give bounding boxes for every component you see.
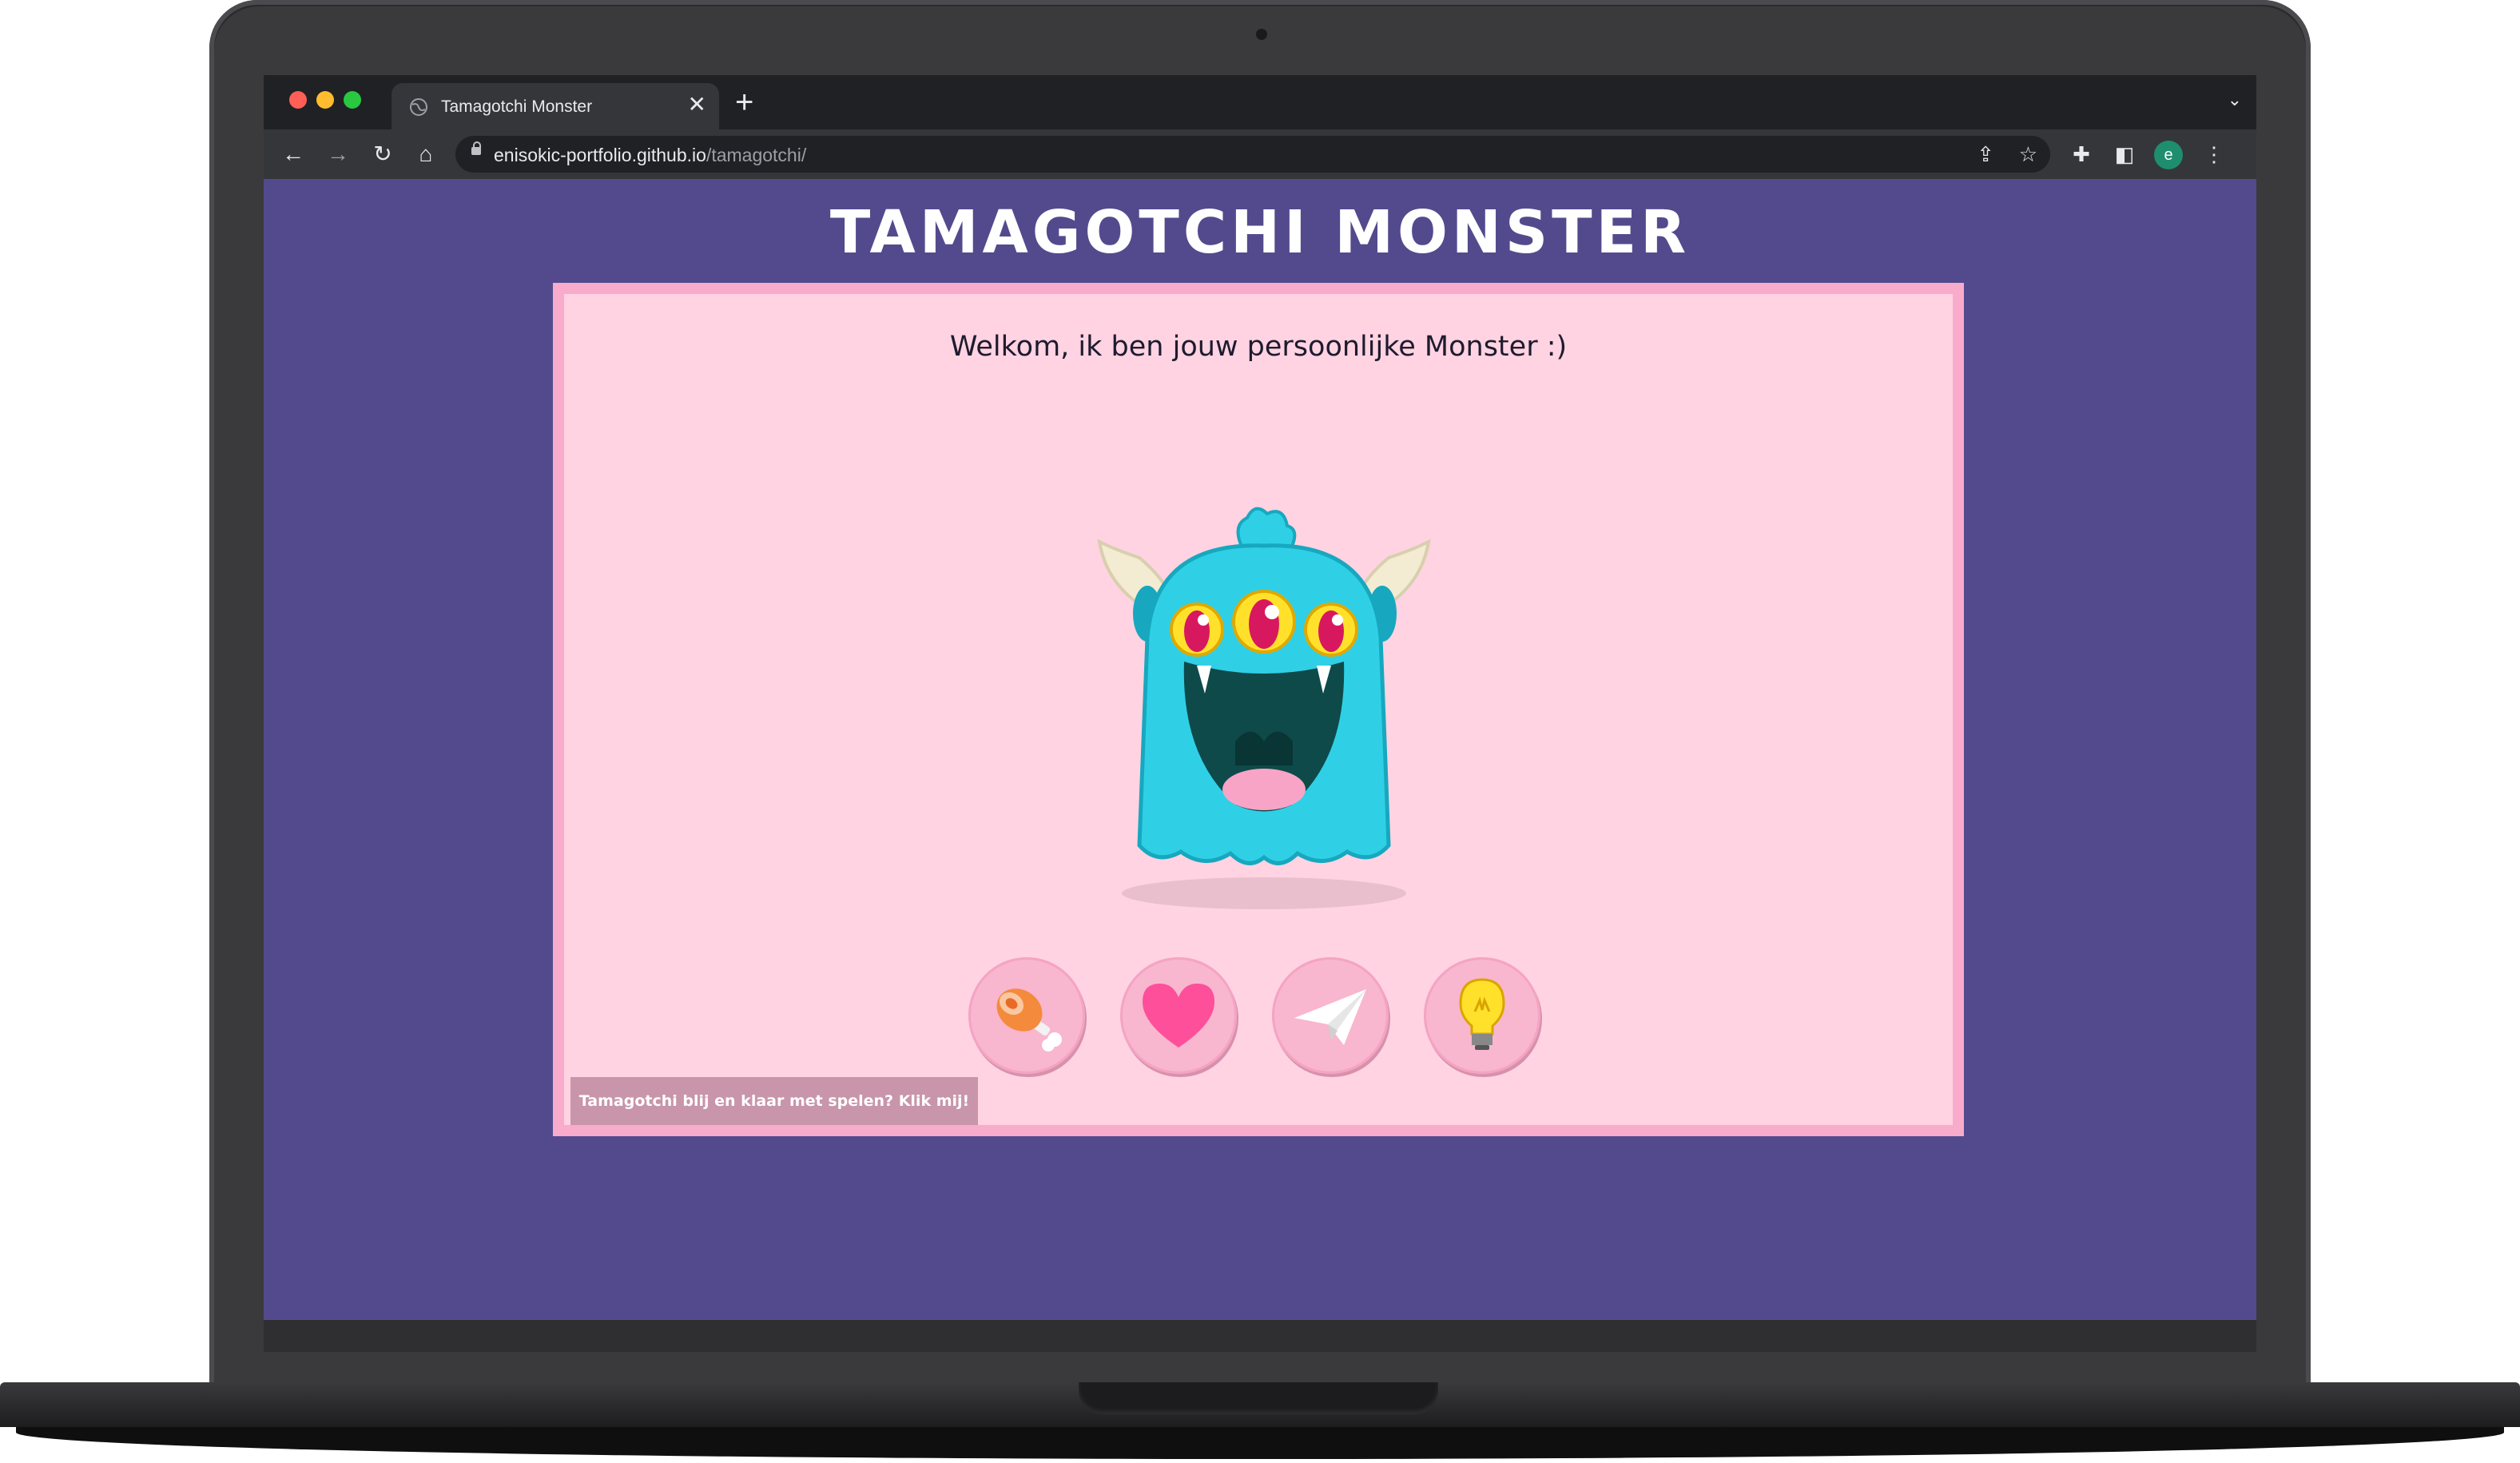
heart-icon <box>1143 984 1214 1048</box>
forward-button[interactable]: → <box>324 141 352 168</box>
laptop-notch <box>1079 1382 1438 1414</box>
play-button[interactable] <box>1272 957 1389 1074</box>
tamagotchi-panel: Welkom, ik ben jouw persoonlijke Monster… <box>553 283 1964 1136</box>
lock-icon <box>471 141 481 155</box>
home-button[interactable]: ⌂ <box>412 141 439 168</box>
new-tab-button[interactable]: + <box>735 86 753 118</box>
welcome-message: Welkom, ik ben jouw persoonlijke Monster… <box>949 331 1568 363</box>
maximize-window-button[interactable] <box>344 91 361 109</box>
tab-search-icon[interactable]: ⌄ <box>2228 89 2242 110</box>
screen-bezel-bottom <box>264 1320 2256 1352</box>
side-panel-icon[interactable]: ◧ <box>2111 141 2138 168</box>
extensions-icon[interactable]: ✚ <box>2068 141 2095 168</box>
lightbulb-icon <box>1459 978 1505 1050</box>
laptop-base-shadow <box>16 1427 2504 1459</box>
page-title: TAMAGOTCHI MONSTER <box>829 198 1691 267</box>
close-window-button[interactable] <box>289 91 307 109</box>
tab-tamagotchi[interactable]: Tamagotchi Monster ✕ <box>392 83 719 129</box>
learn-button[interactable] <box>1424 957 1540 1074</box>
monster-image[interactable] <box>1091 502 1443 917</box>
profile-avatar[interactable]: e <box>2154 141 2183 169</box>
tab-bar: Tamagotchi Monster ✕ + ⌄ <box>264 75 2256 129</box>
url-path: /tamagotchi/ <box>706 145 807 165</box>
browser-menu-icon[interactable]: ⋮ <box>2200 141 2228 168</box>
browser-window: Tamagotchi Monster ✕ + ⌄ ← → ↻ ⌂ enisoki… <box>264 75 2256 1320</box>
camera <box>1256 29 1267 40</box>
paper-plane-icon <box>1294 989 1366 1045</box>
url-text: enisokic-portfolio.github.io/tamagotchi/ <box>494 145 806 166</box>
meat-icon <box>996 988 1062 1052</box>
action-buttons <box>968 957 1552 1085</box>
share-icon[interactable]: ⇪ <box>1977 142 1994 166</box>
feed-button[interactable] <box>968 957 1085 1074</box>
close-tab-icon[interactable]: ✕ <box>688 93 706 117</box>
minimize-window-button[interactable] <box>316 91 334 109</box>
love-button[interactable] <box>1120 957 1237 1074</box>
bookmark-star-icon[interactable]: ☆ <box>2019 142 2037 166</box>
address-bar[interactable]: enisokic-portfolio.github.io/tamagotchi/… <box>455 136 2050 173</box>
back-button[interactable]: ← <box>280 141 307 168</box>
done-playing-button[interactable]: Tamagotchi blij en klaar met spelen? Kli… <box>570 1077 978 1125</box>
toolbar: ← → ↻ ⌂ enisokic-portfolio.github.io/tam… <box>264 129 2256 181</box>
globe-icon <box>410 98 427 116</box>
page-content: TAMAGOTCHI MONSTER Welkom, ik ben jouw p… <box>264 179 2256 1320</box>
reload-button[interactable]: ↻ <box>369 141 396 168</box>
url-host: enisokic-portfolio.github.io <box>494 145 706 165</box>
tab-title: Tamagotchi Monster <box>441 97 593 116</box>
